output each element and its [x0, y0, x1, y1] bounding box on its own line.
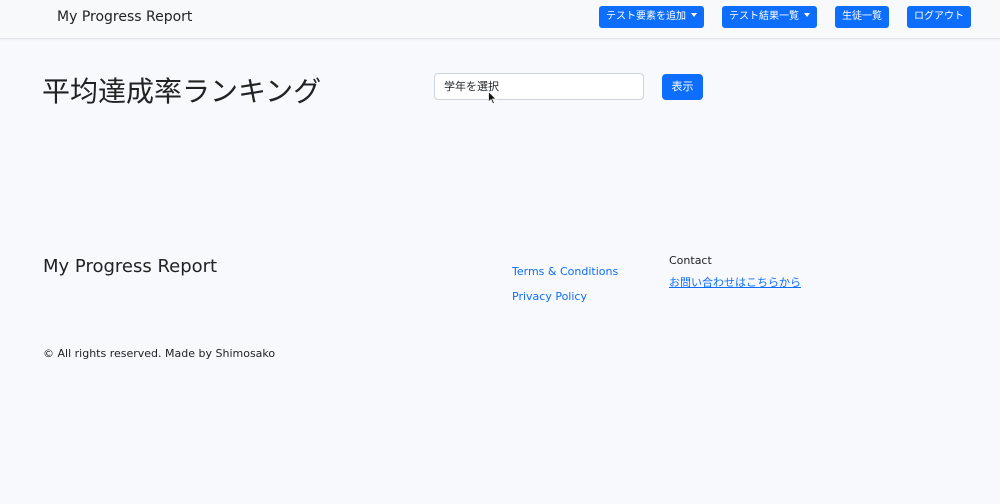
add-test-element-dropdown[interactable]: テスト要素を追加 [599, 6, 704, 28]
privacy-policy-link[interactable]: Privacy Policy [512, 290, 587, 303]
logout-button[interactable]: ログアウト [907, 6, 971, 28]
contact-link[interactable]: お問い合わせはこちらから [669, 274, 801, 290]
terms-link[interactable]: Terms & Conditions [512, 265, 618, 278]
logout-label: ログアウト [914, 11, 964, 22]
copyright-text: © All rights reserved. Made by Shimosako [43, 347, 276, 360]
footer-brand: My Progress Report [43, 256, 218, 277]
show-button[interactable]: 表示 [662, 74, 703, 100]
contact-heading: Contact [669, 254, 712, 267]
students-list-label: 生徒一覧 [842, 11, 882, 22]
caret-down-icon [804, 13, 810, 17]
navbar-brand[interactable]: My Progress Report [57, 9, 192, 25]
mouse-pointer-icon [488, 91, 497, 105]
test-results-dropdown[interactable]: テスト結果一覧 [722, 6, 817, 28]
test-results-label: テスト結果一覧 [729, 11, 799, 22]
add-test-element-label: テスト要素を追加 [606, 11, 686, 22]
grade-select[interactable]: 学年を選択 [434, 73, 644, 100]
page-title: 平均達成率ランキング [42, 75, 322, 108]
students-list-button[interactable]: 生徒一覧 [835, 6, 889, 28]
caret-down-icon [691, 13, 697, 17]
top-navbar: My Progress Report テスト要素を追加 テスト結果一覧 生徒一覧… [0, 0, 1000, 39]
